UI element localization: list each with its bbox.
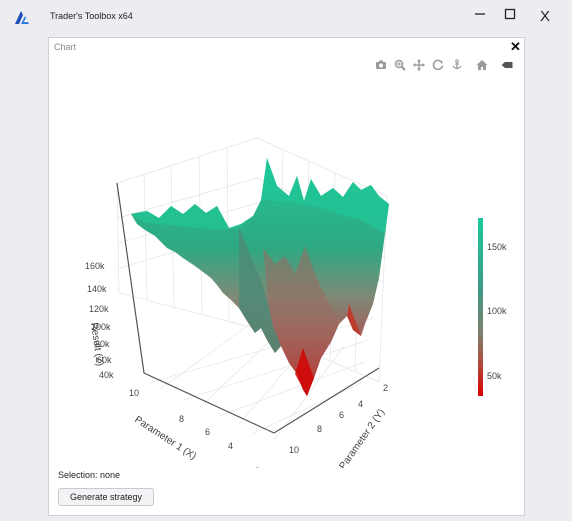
z-tick-160k: 160k — [85, 261, 105, 271]
panel-title: Chart — [54, 42, 77, 52]
y-tick-8: 8 — [317, 424, 322, 434]
window-title: Trader's Toolbox x64 — [50, 11, 133, 21]
orbit-rotation-icon[interactable] — [432, 59, 444, 71]
app-logo-icon — [12, 8, 32, 26]
plot-modebar — [375, 57, 513, 73]
x-tick-10: 10 — [129, 388, 139, 398]
y-axis-title: Parameter 2 (Y) — [337, 407, 387, 468]
colorbar-ticks: 150k 100k 50k — [487, 242, 507, 381]
z-tick-120k: 120k — [89, 304, 109, 314]
chart-panel: Chart ✕ 40k 60k 80k 100k 120k 140k 160k … — [48, 37, 525, 516]
y-tick-6: 6 — [339, 410, 344, 420]
colorbar-tick-100k: 100k — [487, 306, 507, 316]
y-tick-4: 4 — [358, 399, 363, 409]
y-tick-10: 10 — [289, 445, 299, 455]
colorbar-tick-50k: 50k — [487, 371, 502, 381]
turntable-rotation-icon[interactable] — [451, 59, 463, 71]
pan-icon[interactable] — [413, 59, 425, 71]
camera-icon[interactable] — [375, 59, 387, 71]
hover-data-icon[interactable] — [501, 59, 513, 71]
y-tick-2: 2 — [383, 383, 388, 393]
close-window-button[interactable]: X — [531, 5, 559, 27]
surface-plot[interactable]: 40k 60k 80k 100k 120k 140k 160k Result (… — [49, 78, 524, 468]
minimize-button[interactable] — [466, 5, 494, 27]
maximize-icon — [504, 7, 516, 25]
x-tick-6: 6 — [205, 427, 210, 437]
z-tick-40k: 40k — [99, 370, 114, 380]
title-bar: Trader's Toolbox x64 X — [0, 0, 572, 34]
x-tick-2: 2 — [255, 466, 260, 468]
panel-header: Chart ✕ — [49, 38, 524, 56]
minimize-icon — [474, 7, 486, 25]
x-axis-title: Parameter 1 (X) — [132, 414, 198, 462]
panel-close-button[interactable]: ✕ — [510, 39, 521, 55]
reset-camera-icon[interactable] — [476, 59, 488, 71]
z-tick-140k: 140k — [87, 284, 107, 294]
generate-strategy-button[interactable]: Generate strategy — [58, 488, 154, 506]
x-tick-8: 8 — [179, 414, 184, 424]
surface — [131, 158, 389, 396]
colorbar-tick-150k: 150k — [487, 242, 507, 252]
colorbar — [478, 218, 483, 396]
selection-status: Selection: none — [58, 470, 121, 480]
x-tick-4: 4 — [228, 441, 233, 451]
maximize-button[interactable] — [496, 5, 524, 27]
zoom-icon[interactable] — [394, 59, 406, 71]
